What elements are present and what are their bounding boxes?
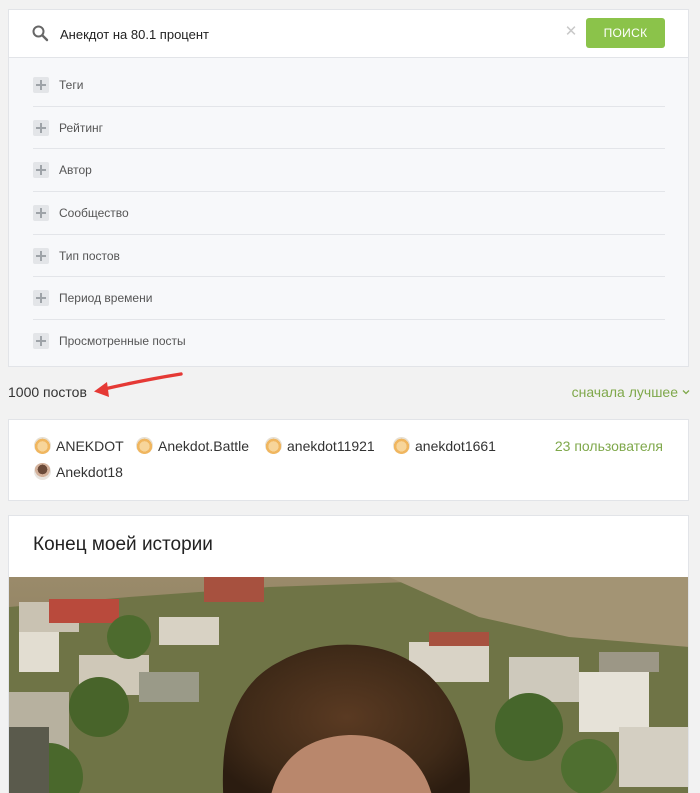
user-name: anekdot1661 [415,437,496,454]
user-chip[interactable]: anekdot11921 [265,437,375,454]
matched-users-panel: ANEKDOT Anekdot.Battle anekdot11921 anek… [8,419,689,501]
avatar [136,437,153,454]
red-arrow-annotation [94,372,183,397]
avatar [34,437,51,454]
avatar [34,463,51,480]
user-chip[interactable]: anekdot1661 [393,437,496,454]
filter-community[interactable]: Сообщество [33,192,665,235]
plus-icon [33,333,49,350]
plus-icon [33,162,49,179]
close-icon[interactable]: ✕ [564,24,578,39]
filter-label: Рейтинг [59,120,104,135]
user-name: ANEKDOT [56,437,124,454]
avatar [393,437,410,454]
results-count: 1000 постов [8,384,87,400]
user-chip[interactable]: ANEKDOT [34,437,124,454]
filter-rating[interactable]: Рейтинг [33,107,665,150]
plus-icon [33,290,49,307]
plus-icon [33,247,49,264]
sort-dropdown[interactable]: сначала лучшее [572,384,690,400]
user-chip[interactable]: Anekdot.Battle [136,437,249,454]
chevron-down-icon [682,390,690,395]
filter-label: Период времени [59,291,153,306]
plus-icon [33,76,49,93]
filter-label: Автор [59,163,92,178]
plus-icon [33,119,49,136]
more-users-link[interactable]: 23 пользователя [555,438,663,454]
user-name: Anekdot.Battle [158,437,250,454]
filter-post-type[interactable]: Тип постов [33,235,665,278]
filter-label: Сообщество [59,205,129,220]
filter-label: Просмотренные посты [59,334,186,349]
filter-time-period[interactable]: Период времени [33,277,665,321]
filter-tags[interactable]: Теги [33,64,665,107]
search-input[interactable] [60,22,550,46]
post-card: Конец моей истории [8,515,689,793]
avatar [265,437,282,454]
post-image[interactable] [9,577,689,793]
filter-list: Теги Рейтинг Автор Сообщество Тип постов… [33,64,665,363]
filter-label: Теги [59,77,84,92]
user-chip[interactable]: Anekdot18 [34,463,123,480]
filter-viewed-posts[interactable]: Просмотренные посты [33,320,665,363]
sort-label: сначала лучшее [571,384,678,400]
filter-author[interactable]: Автор [33,149,665,193]
search-icon [32,25,49,42]
plus-icon [33,204,49,221]
post-title[interactable]: Конец моей истории [33,534,213,556]
filter-label: Тип постов [59,248,120,263]
search-bar: ✕ ПОИСК [9,10,688,58]
search-button[interactable]: ПОИСК [586,18,665,48]
search-panel: ✕ ПОИСК Теги Рейтинг Автор Сообщество Ти… [8,9,689,367]
user-name: anekdot11921 [287,437,375,454]
user-name: Anekdot18 [56,463,123,480]
